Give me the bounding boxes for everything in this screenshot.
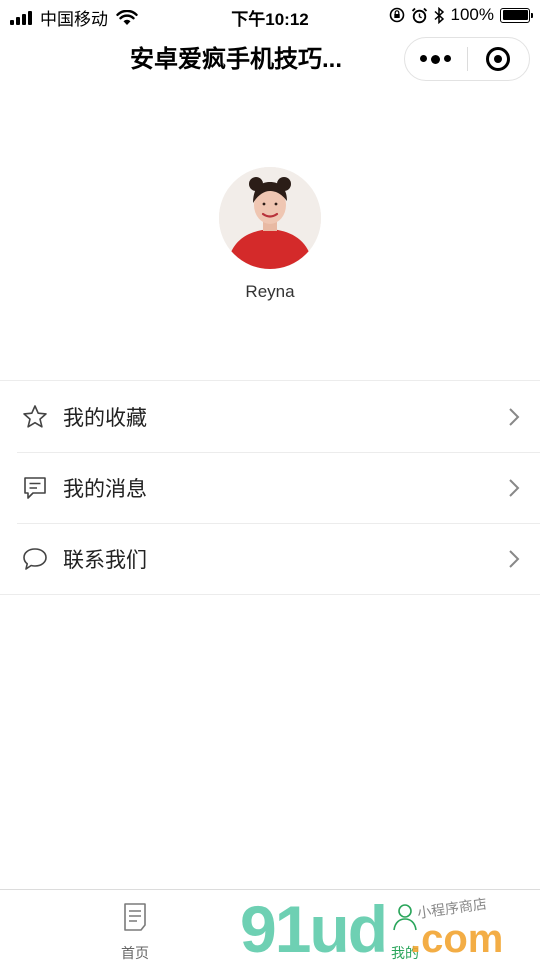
wifi-icon bbox=[116, 9, 138, 25]
home-document-icon bbox=[124, 903, 146, 931]
more-button[interactable] bbox=[405, 38, 467, 80]
menu-item-favorites[interactable]: 我的收藏 bbox=[0, 381, 540, 452]
more-dots-icon bbox=[420, 54, 452, 64]
menu-item-messages[interactable]: 我的消息 bbox=[0, 452, 540, 523]
bluetooth-icon bbox=[434, 6, 444, 24]
chevron-right-icon bbox=[509, 478, 520, 497]
chevron-right-icon bbox=[509, 549, 520, 568]
tab-mine[interactable]: 我的 bbox=[345, 890, 465, 960]
status-right: 100% bbox=[389, 5, 533, 25]
menu-item-label: 联系我们 bbox=[63, 548, 147, 572]
battery-percentage: 100% bbox=[450, 5, 494, 24]
avatar-image bbox=[219, 167, 321, 269]
menu-list: 我的收藏 我的消息 联系我们 bbox=[0, 380, 540, 595]
profile-icon bbox=[393, 904, 417, 931]
mini-program-capsule bbox=[404, 37, 530, 81]
star-icon bbox=[21, 403, 49, 431]
avatar[interactable] bbox=[219, 167, 321, 269]
rotation-lock-icon bbox=[389, 7, 404, 23]
status-left: 中国移动 bbox=[10, 5, 138, 30]
chat-bubble-icon bbox=[21, 545, 49, 573]
carrier-name: 中国移动 bbox=[40, 10, 108, 29]
tab-home[interactable]: 首页 bbox=[75, 890, 195, 960]
signal-icon bbox=[10, 10, 34, 25]
close-button[interactable] bbox=[468, 38, 530, 80]
status-bar: 中国移动 下午10:12 100% bbox=[0, 0, 540, 30]
menu-item-label: 我的收藏 bbox=[63, 406, 147, 430]
battery-icon bbox=[500, 7, 533, 23]
menu-item-label: 我的消息 bbox=[63, 477, 147, 501]
menu-item-contact[interactable]: 联系我们 bbox=[0, 523, 540, 594]
chevron-right-icon bbox=[509, 407, 520, 426]
page-title: 安卓爱疯手机技巧... bbox=[130, 46, 343, 73]
tab-bar: 首页 我的 bbox=[0, 889, 540, 960]
message-icon bbox=[21, 474, 49, 502]
username: Reyna bbox=[245, 282, 295, 301]
tab-label: 首页 bbox=[121, 945, 149, 960]
close-target-icon bbox=[486, 47, 511, 71]
tab-label: 我的 bbox=[391, 945, 419, 960]
alarm-icon bbox=[411, 7, 427, 23]
